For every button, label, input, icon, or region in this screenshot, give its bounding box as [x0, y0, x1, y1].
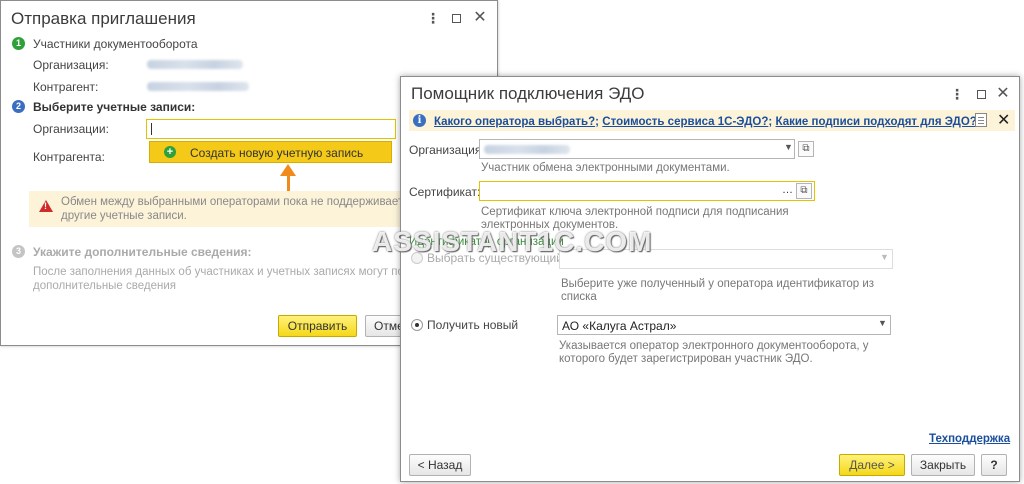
existing-hint-line1: Выберите уже полученный у оператора иден…: [561, 278, 875, 290]
warning-text-line1: Обмен между выбранными операторами пока …: [61, 196, 430, 208]
edo-wizard-window: Помощник подключения ЭДО ⋮ ✕ i Какого оп…: [400, 76, 1020, 482]
wizard-maximize-icon[interactable]: [977, 90, 986, 99]
maximize-icon[interactable]: [452, 14, 461, 23]
step3-badge: 3: [12, 245, 25, 258]
wizard-org-label: Организация:: [409, 143, 485, 157]
text-cursor: [151, 123, 152, 135]
counterparty-label: Контрагент:: [33, 80, 99, 94]
wizard-titlebar: Помощник подключения ЭДО ⋮ ✕: [401, 77, 1019, 111]
more-menu-icon[interactable]: ⋮: [425, 10, 441, 26]
invite-titlebar: Отправка приглашения ⋮ ✕: [1, 1, 497, 35]
org-dropdown-icon[interactable]: ▼: [784, 142, 793, 152]
back-button[interactable]: < Назад: [409, 454, 471, 476]
wizard-more-menu-icon[interactable]: ⋮: [949, 86, 965, 102]
help-button[interactable]: ?: [981, 454, 1007, 476]
wizard-window-title: Помощник подключения ЭДО: [411, 84, 645, 103]
info-icon: i: [413, 114, 426, 127]
step2-badge: 2: [12, 100, 25, 113]
operator-dropdown-icon[interactable]: ▼: [878, 318, 887, 328]
wizard-org-value-blurred: [484, 145, 570, 154]
cert-open-icon[interactable]: ⧉: [796, 183, 812, 199]
link-which-operator[interactable]: Какого оператора выбрать?: [434, 116, 595, 128]
operator-value: АО «Калуга Астрал»: [562, 319, 677, 333]
create-account-dropdown-item[interactable]: + Создать новую учетную запись: [149, 141, 392, 163]
watermark-text: ASSISTANT1C.COM: [372, 226, 653, 257]
orgs-account-input[interactable]: [146, 119, 396, 139]
counterparty-accounts-label: Контрагента:: [33, 150, 105, 164]
counterparty-value-blurred: [147, 82, 249, 91]
support-link[interactable]: Техподдержка: [929, 433, 1010, 445]
close-button[interactable]: Закрыть: [911, 454, 975, 476]
info-links: Какого оператора выбрать?; Стоимость сер…: [434, 114, 981, 128]
step2-label: Выберите учетные записи:: [33, 100, 196, 114]
step3-desc-line2: дополнительные сведения: [33, 280, 177, 292]
next-button[interactable]: Далее >: [839, 454, 905, 476]
link-service-cost[interactable]: Стоимость сервиса 1С-ЭДО?: [602, 116, 768, 128]
radio-new[interactable]: [411, 319, 423, 331]
wizard-close-icon[interactable]: ✕: [995, 86, 1011, 102]
radio-new-label: Получить новый: [427, 318, 519, 332]
step1-badge: 1: [12, 37, 25, 50]
cert-label: Сертификат:: [409, 185, 481, 199]
invite-window-title: Отправка приглашения: [11, 9, 196, 28]
create-account-label: Создать новую учетную запись: [190, 146, 364, 160]
step1-label: Участники документооборота: [33, 37, 198, 51]
info-sep-2: ;: [768, 116, 773, 128]
existing-dropdown-icon[interactable]: ▼: [880, 252, 889, 262]
warning-text-line2: другие учетные записи.: [61, 210, 187, 222]
org-label: Организация:: [33, 58, 109, 72]
cert-choose-icon[interactable]: …: [782, 184, 793, 196]
info-bar: i Какого оператора выбрать?; Стоимость с…: [409, 110, 1015, 131]
send-button[interactable]: Отправить: [278, 315, 357, 337]
wizard-org-field[interactable]: ▼: [479, 139, 795, 159]
orgs-accounts-label: Организации:: [33, 122, 109, 136]
operator-hint-line1: Указывается оператор электронного докуме…: [559, 340, 869, 352]
operator-select[interactable]: АО «Калуга Астрал» ▼: [557, 315, 891, 335]
info-close-icon[interactable]: ✕: [997, 110, 1010, 130]
warning-icon: !: [39, 200, 53, 212]
step3-desc-line1: После заполнения данных об участниках и …: [33, 266, 429, 278]
close-icon[interactable]: ✕: [472, 10, 488, 26]
wizard-org-hint: Участник обмена электронными документами…: [481, 162, 730, 174]
link-signatures[interactable]: Какие подписи подходят для ЭДО?: [776, 116, 977, 128]
plus-icon: +: [164, 146, 176, 158]
cert-hint-line1: Сертификат ключа электронной подписи для…: [481, 206, 789, 218]
operator-hint-line2: которого будет зарегистрирован участник …: [559, 353, 813, 365]
cert-field[interactable]: … ⧉: [479, 181, 815, 201]
org-open-icon[interactable]: ⧉: [798, 141, 814, 157]
step3-label: Укажите дополнительные сведения:: [33, 245, 252, 259]
org-value-blurred: [147, 60, 243, 69]
notes-icon[interactable]: [975, 113, 987, 127]
existing-hint-line2: списка: [561, 291, 597, 303]
info-sep-1: ;: [595, 116, 599, 128]
